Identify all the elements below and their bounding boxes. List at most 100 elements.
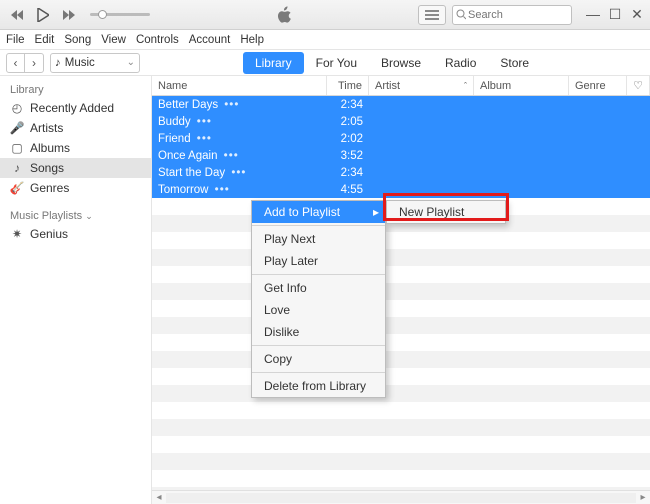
- menu-separator: [252, 274, 385, 275]
- table-row[interactable]: Once Again ••• 3:52: [152, 147, 650, 164]
- menu-help[interactable]: Help: [240, 34, 264, 46]
- song-time: 2:34: [327, 99, 369, 111]
- tab-radio[interactable]: Radio: [433, 52, 488, 74]
- tab-store[interactable]: Store: [488, 52, 541, 74]
- source-selector[interactable]: ♪ Music ⌄: [50, 53, 140, 73]
- song-name: Start the Day: [158, 167, 225, 179]
- menu-view[interactable]: View: [101, 34, 126, 46]
- col-name[interactable]: Name: [152, 76, 327, 95]
- submenu-new-playlist[interactable]: New Playlist: [387, 201, 505, 223]
- search-box[interactable]: [452, 5, 572, 25]
- col-loved[interactable]: ♡: [627, 76, 650, 95]
- col-album[interactable]: Album: [474, 76, 569, 95]
- tab-library[interactable]: Library: [243, 52, 304, 74]
- menu-copy[interactable]: Copy: [252, 348, 385, 370]
- next-button[interactable]: [58, 6, 80, 24]
- song-name: Tomorrow: [158, 184, 208, 196]
- menu-get-info[interactable]: Get Info: [252, 277, 385, 299]
- minimize-button[interactable]: —: [586, 6, 600, 23]
- chevron-down-icon: ⌄: [85, 211, 93, 221]
- sidebar-item-label: Songs: [30, 161, 64, 175]
- mic-icon: 🎤: [10, 121, 24, 135]
- table-row[interactable]: Friend ••• 2:02: [152, 130, 650, 147]
- menu-separator: [252, 345, 385, 346]
- table-row[interactable]: Start the Day •••2:34: [152, 164, 650, 181]
- menu-play-next[interactable]: Play Next: [252, 228, 385, 250]
- sidebar: Library ◴ Recently Added 🎤 Artists ▢ Alb…: [0, 76, 152, 504]
- volume-slider[interactable]: [90, 13, 150, 16]
- more-icon[interactable]: •••: [219, 150, 238, 162]
- tab-browse[interactable]: Browse: [369, 52, 433, 74]
- sidebar-playlists-header[interactable]: Music Playlists ⌄: [0, 206, 151, 224]
- sidebar-item-albums[interactable]: ▢ Albums: [0, 138, 151, 158]
- song-rows: Better Days •••2:34Buddy •••2:05Friend •…: [152, 96, 650, 490]
- col-artist[interactable]: Artistˆ: [369, 76, 474, 95]
- sidebar-item-genius[interactable]: ✷ Genius: [0, 224, 151, 244]
- sidebar-item-artists[interactable]: 🎤 Artists: [0, 118, 151, 138]
- sidebar-library-header: Library: [0, 80, 151, 98]
- clock-icon: ◴: [10, 101, 24, 115]
- menu-add-to-playlist[interactable]: Add to Playlist▸: [252, 201, 385, 223]
- prev-button[interactable]: [6, 6, 28, 24]
- close-button[interactable]: ✕: [630, 6, 644, 23]
- menu-separator: [252, 372, 385, 373]
- table-row[interactable]: Better Days ••• 2:34: [152, 96, 650, 113]
- titlebar: — ☐ ✕: [0, 0, 650, 30]
- itunes-window: — ☐ ✕ File Edit Song View Controls Accou…: [0, 0, 650, 504]
- sidebar-item-songs[interactable]: ♪ Songs: [0, 158, 151, 178]
- sidebar-item-label: Genius: [30, 227, 68, 241]
- heart-icon: ♡: [633, 79, 643, 92]
- scroll-right-icon[interactable]: ▸: [636, 492, 650, 503]
- table-row[interactable]: Tomorrow ••• 4:55: [152, 181, 650, 198]
- sidebar-item-label: Artists: [30, 121, 63, 135]
- maximize-button[interactable]: ☐: [608, 6, 622, 23]
- menu-delete-from-library[interactable]: Delete from Library: [252, 375, 385, 397]
- menu-controls[interactable]: Controls: [136, 34, 179, 46]
- song-list: Name Time Artistˆ Album Genre ♡ Better D…: [152, 76, 650, 504]
- more-icon[interactable]: •••: [210, 184, 229, 196]
- song-name: Better Days: [158, 99, 218, 111]
- nav-forward-button[interactable]: ›: [25, 54, 43, 72]
- song-name: Buddy: [158, 116, 191, 128]
- more-icon[interactable]: •••: [227, 167, 246, 179]
- menu-song[interactable]: Song: [64, 34, 91, 46]
- chevron-right-icon: ▸: [373, 205, 379, 219]
- sidebar-item-recently-added[interactable]: ◴ Recently Added: [0, 98, 151, 118]
- source-label: Music: [65, 57, 95, 69]
- menu-file[interactable]: File: [6, 34, 25, 46]
- search-input[interactable]: [466, 8, 568, 22]
- list-view-button[interactable]: [418, 5, 446, 25]
- col-genre[interactable]: Genre: [569, 76, 627, 95]
- song-name: Once Again: [158, 150, 217, 162]
- chevron-updown-icon: ⌄: [127, 57, 135, 68]
- col-time[interactable]: Time: [327, 76, 369, 95]
- more-icon[interactable]: •••: [193, 133, 212, 145]
- sidebar-item-genres[interactable]: 🎸 Genres: [0, 178, 151, 198]
- menu-account[interactable]: Account: [189, 34, 231, 46]
- more-icon[interactable]: •••: [220, 99, 239, 111]
- table-row[interactable]: Buddy •••2:05: [152, 113, 650, 130]
- tab-for-you[interactable]: For You: [304, 52, 369, 74]
- song-time: 4:55: [327, 184, 369, 196]
- menu-dislike[interactable]: Dislike: [252, 321, 385, 343]
- menu-love[interactable]: Love: [252, 299, 385, 321]
- song-time: 3:52: [327, 150, 369, 162]
- song-name: Friend: [158, 133, 191, 145]
- apple-logo: [150, 6, 418, 24]
- submenu-add-to-playlist: New Playlist: [386, 200, 506, 224]
- song-time: 2:02: [327, 133, 369, 145]
- menu-edit[interactable]: Edit: [35, 34, 55, 46]
- horizontal-scrollbar[interactable]: ◂ ▸: [152, 490, 650, 504]
- genius-icon: ✷: [10, 227, 24, 241]
- column-headers: Name Time Artistˆ Album Genre ♡: [152, 76, 650, 96]
- album-icon: ▢: [10, 141, 24, 155]
- menu-play-later[interactable]: Play Later: [252, 250, 385, 272]
- genre-icon: 🎸: [10, 181, 24, 195]
- more-icon[interactable]: •••: [193, 116, 212, 128]
- nav-back-button[interactable]: ‹: [7, 54, 25, 72]
- note-icon: ♪: [10, 161, 24, 175]
- sort-asc-icon: ˆ: [464, 81, 467, 91]
- play-button[interactable]: [32, 6, 54, 24]
- menu-separator: [252, 225, 385, 226]
- scroll-left-icon[interactable]: ◂: [152, 492, 166, 503]
